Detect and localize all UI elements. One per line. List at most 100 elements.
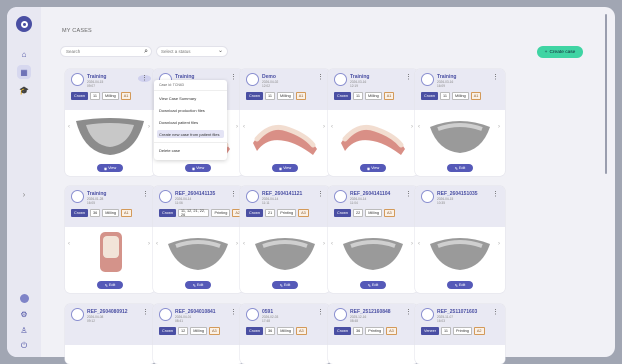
previous-image-icon[interactable]: ‹ [418,124,420,130]
case-card[interactable]: Demo 2026-04-02 12:02 ⋮ Crown 11 Milling A1 ‹ › ◉… [240,69,330,176]
user-icon[interactable]: ♙ [17,323,31,337]
more-options-icon[interactable]: ⋮ [142,309,149,316]
more-options-icon[interactable]: ⋮ [230,191,237,198]
next-image-icon[interactable]: › [236,124,238,130]
menu-item-download-patient[interactable]: Download patient files [159,120,198,125]
edit-button[interactable]: ✎ Edit [360,281,386,289]
scan-preview[interactable] [247,230,323,274]
menu-item-create-from-patient[interactable]: Create new case from patient files [157,130,224,138]
next-image-icon[interactable]: › [148,124,150,130]
next-image-icon[interactable]: › [498,241,500,247]
power-icon[interactable]: ⏻ [17,339,31,353]
previous-image-icon[interactable]: ‹ [243,241,245,247]
scan-preview[interactable] [160,230,236,274]
settings-icon[interactable]: ⚙ [17,307,31,321]
case-card[interactable]: REF_2604010841 2026-04-01 08:41 ⋮ Crown 12 Mi… [153,304,243,364]
grid-icon[interactable]: ▦ [17,65,31,79]
avatar-icon[interactable] [17,291,31,305]
app-logo[interactable] [16,16,32,32]
more-options-icon[interactable]: ⋮ [405,309,412,316]
scrollbar[interactable] [605,14,607,174]
case-card[interactable]: REF_2604080912 2026-04-08 09:12 ⋮ [65,304,155,364]
previous-image-icon[interactable]: ‹ [68,124,70,130]
menu-divider [154,90,227,91]
more-options-icon[interactable]: ⋮ [317,191,324,198]
more-options-icon[interactable]: ⋮ [317,74,324,81]
view-button[interactable]: ◉ View [272,164,298,172]
case-card[interactable]: REF_2604141121 2026-04-14 11:11 ⋮ Crown 21 Pr… [240,186,330,293]
more-options-icon[interactable]: ⋮ [405,191,412,198]
create-case-button[interactable]: + Create case [537,46,583,58]
next-image-icon[interactable]: › [323,241,325,247]
view-button[interactable]: ◉ View [97,164,123,172]
next-image-icon[interactable]: › [236,241,238,247]
previous-image-icon[interactable]: ‹ [331,124,333,130]
more-options-icon[interactable]: ⋮ [142,191,149,198]
edit-button[interactable]: ✎ Edit [447,164,473,172]
plus-icon: + [544,49,548,55]
next-image-icon[interactable]: › [148,241,150,247]
scan-preview[interactable] [72,113,148,157]
case-card[interactable]: REF_2511071603 2025-11-07 16:03 ⋮ Veneer 11 P… [415,304,505,364]
pencil-icon: ✎ [454,166,458,171]
chevron-right-icon[interactable]: › [17,187,31,201]
case-card[interactable]: Training 2026-04-15 09:07 ⋮ Crown 11 Milling A… [65,69,155,176]
case-tag: A3 [295,327,307,335]
case-card[interactable]: REF_2604141104 2026-04-14 11:04 ⋮ Crown 22 Mi… [328,186,418,293]
case-card[interactable]: REF_2604151035 2026-04-15 10:35 ⋮ ‹ › ✎ Edit [415,186,505,293]
more-options-icon[interactable]: ⋮ [492,309,499,316]
view-button[interactable]: ◉ View [360,164,386,172]
more-options-icon[interactable]: ⋮ [492,191,499,198]
case-tag: 22 [352,209,364,217]
more-options-icon[interactable]: ⋮ [492,74,499,81]
next-image-icon[interactable]: › [498,124,500,130]
edit-button[interactable]: ✎ Edit [97,281,123,289]
graduation-icon[interactable]: 🎓 [17,83,31,97]
previous-image-icon[interactable]: ‹ [156,241,158,247]
edit-button[interactable]: ✎ Edit [272,281,298,289]
case-tags: Crown 21 Printing A3 [246,209,309,217]
more-options-icon[interactable]: ⋮ [138,75,151,82]
menu-item-download-production[interactable]: Download production files [159,108,205,113]
scan-preview[interactable] [422,113,498,157]
edit-button[interactable]: ✎ Edit [185,281,211,289]
edit-button[interactable]: ✎ Edit [447,281,473,289]
menu-case-id: Case id: TCN63 [159,83,184,87]
home-icon[interactable]: ⌂ [17,47,31,61]
scan-preview[interactable] [422,230,498,274]
case-card[interactable]: REF_2512160848 2025-12-16 08:48 ⋮ Crown 36 Pr… [328,304,418,364]
more-options-icon[interactable]: ⋮ [230,74,237,81]
case-avatar [246,308,259,321]
case-tag: Crown [246,209,263,217]
view-button[interactable]: ◉ View [185,164,211,172]
button-label: Edit [458,283,466,287]
more-options-icon[interactable]: ⋮ [317,309,324,316]
case-tag: A3 [298,209,309,217]
previous-image-icon[interactable]: ‹ [418,241,420,247]
status-select[interactable]: Select a status ⌄ [156,46,228,57]
case-date: 2025-11-07 16:03 [437,315,454,323]
next-image-icon[interactable]: › [323,124,325,130]
search-input[interactable]: Search ⌕ [60,46,152,57]
previous-image-icon[interactable]: ‹ [68,241,70,247]
case-card[interactable]: REF_2604141135 2026-04-14 11:06 ⋮ Crown 11, … [153,186,243,293]
case-tag: Milling [364,92,382,100]
scan-preview[interactable] [335,113,411,157]
menu-item-delete[interactable]: Delete case [159,148,180,153]
scan-preview[interactable] [335,230,411,274]
chevron-down-icon: ⌄ [217,48,223,54]
next-image-icon[interactable]: › [411,124,413,130]
more-options-icon[interactable]: ⋮ [230,309,237,316]
scan-preview[interactable] [247,113,323,157]
scan-preview[interactable] [72,230,148,274]
more-options-icon[interactable]: ⋮ [405,74,412,81]
previous-image-icon[interactable]: ‹ [331,241,333,247]
menu-item-view-summary[interactable]: View Case Summary [159,96,196,101]
next-image-icon[interactable]: › [411,241,413,247]
case-card[interactable]: Training 2026-01-28 16:05 ⋮ Crown 36 Milling A… [65,186,155,293]
case-card[interactable]: Training 2026-03-16 16:09 ⋮ Crown 11 Milling A… [415,69,505,176]
case-card[interactable]: Training 2026-03-16 12:19 ⋮ Crown 11 Milling A… [328,69,418,176]
case-card[interactable]: 0591 2026-02-03 17:48 ⋮ Crown 36 Milling A3 [240,304,330,364]
case-avatar [159,190,172,203]
previous-image-icon[interactable]: ‹ [243,124,245,130]
